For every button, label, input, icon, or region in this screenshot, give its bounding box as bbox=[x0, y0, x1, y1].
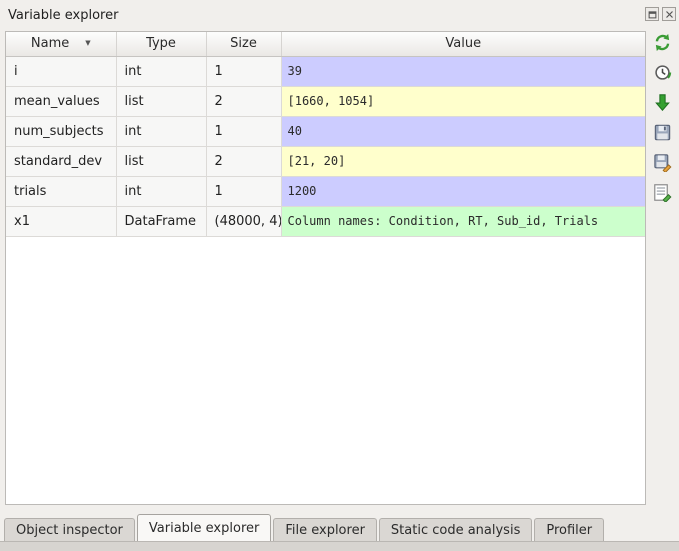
variable-explorer-panel: Variable explorer Name ▼ Type Size Value bbox=[0, 0, 679, 551]
cell-size[interactable]: 1 bbox=[206, 116, 282, 147]
table-row: trials int 1 1200 bbox=[6, 176, 645, 207]
auto-refresh-icon[interactable] bbox=[652, 61, 674, 83]
tab-static-code-analysis[interactable]: Static code analysis bbox=[378, 518, 533, 541]
column-header-value[interactable]: Value bbox=[281, 32, 645, 57]
panel-title: Variable explorer bbox=[8, 8, 119, 23]
tab-profiler[interactable]: Profiler bbox=[534, 518, 605, 541]
bottom-edge-strip bbox=[0, 541, 679, 551]
dock-buttons bbox=[645, 7, 676, 21]
cell-type[interactable]: int bbox=[116, 56, 207, 87]
cell-name[interactable]: x1 bbox=[6, 206, 117, 237]
float-icon[interactable] bbox=[645, 7, 659, 21]
tab-object-inspector[interactable]: Object inspector bbox=[4, 518, 135, 541]
tab-file-explorer[interactable]: File explorer bbox=[273, 518, 377, 541]
cell-value[interactable]: 1200 bbox=[281, 176, 645, 207]
cell-value[interactable]: 39 bbox=[281, 56, 645, 87]
close-icon[interactable] bbox=[662, 7, 676, 21]
cell-name[interactable]: mean_values bbox=[6, 86, 117, 117]
cell-size[interactable]: 2 bbox=[206, 86, 282, 117]
cell-value[interactable]: [1660, 1054] bbox=[281, 86, 645, 117]
table-row: mean_values list 2 [1660, 1054] bbox=[6, 86, 645, 117]
save-data-as-icon[interactable] bbox=[652, 151, 674, 173]
cell-size[interactable]: (48000, 4) bbox=[206, 206, 282, 237]
table-row: x1 DataFrame (48000, 4) Column names: Co… bbox=[6, 206, 645, 237]
refresh-icon[interactable] bbox=[652, 31, 674, 53]
cell-type[interactable]: list bbox=[116, 86, 207, 117]
column-header-name[interactable]: Name ▼ bbox=[6, 32, 117, 57]
cell-size[interactable]: 2 bbox=[206, 146, 282, 177]
cell-name[interactable]: trials bbox=[6, 176, 117, 207]
cell-size[interactable]: 1 bbox=[206, 56, 282, 87]
cell-type[interactable]: DataFrame bbox=[116, 206, 207, 237]
side-toolbar bbox=[649, 31, 676, 203]
cell-value[interactable]: [21, 20] bbox=[281, 146, 645, 177]
variables-table: Name ▼ Type Size Value i int 1 39 mean_va… bbox=[5, 31, 646, 505]
column-header-type[interactable]: Type bbox=[116, 32, 207, 57]
import-data-icon[interactable] bbox=[652, 91, 674, 113]
cell-name[interactable]: num_subjects bbox=[6, 116, 117, 147]
column-header-size[interactable]: Size bbox=[206, 32, 282, 57]
sort-arrow-icon: ▼ bbox=[85, 39, 91, 48]
save-data-icon[interactable] bbox=[652, 121, 674, 143]
bottom-tab-bar: Object inspector Variable explorer File … bbox=[0, 513, 679, 541]
cell-name[interactable]: i bbox=[6, 56, 117, 87]
tab-variable-explorer[interactable]: Variable explorer bbox=[136, 514, 272, 541]
cell-value[interactable]: 40 bbox=[281, 116, 645, 147]
cell-value[interactable]: Column names: Condition, RT, Sub_id, Tri… bbox=[281, 206, 645, 237]
table-row: i int 1 39 bbox=[6, 56, 645, 87]
cell-name[interactable]: standard_dev bbox=[6, 146, 117, 177]
cell-type[interactable]: list bbox=[116, 146, 207, 177]
cell-size[interactable]: 1 bbox=[206, 176, 282, 207]
options-icon[interactable] bbox=[652, 181, 674, 203]
table-row: num_subjects int 1 40 bbox=[6, 116, 645, 147]
cell-type[interactable]: int bbox=[116, 116, 207, 147]
header-name-label: Name bbox=[30, 36, 70, 52]
cell-type[interactable]: int bbox=[116, 176, 207, 207]
table-row: standard_dev list 2 [21, 20] bbox=[6, 146, 645, 177]
